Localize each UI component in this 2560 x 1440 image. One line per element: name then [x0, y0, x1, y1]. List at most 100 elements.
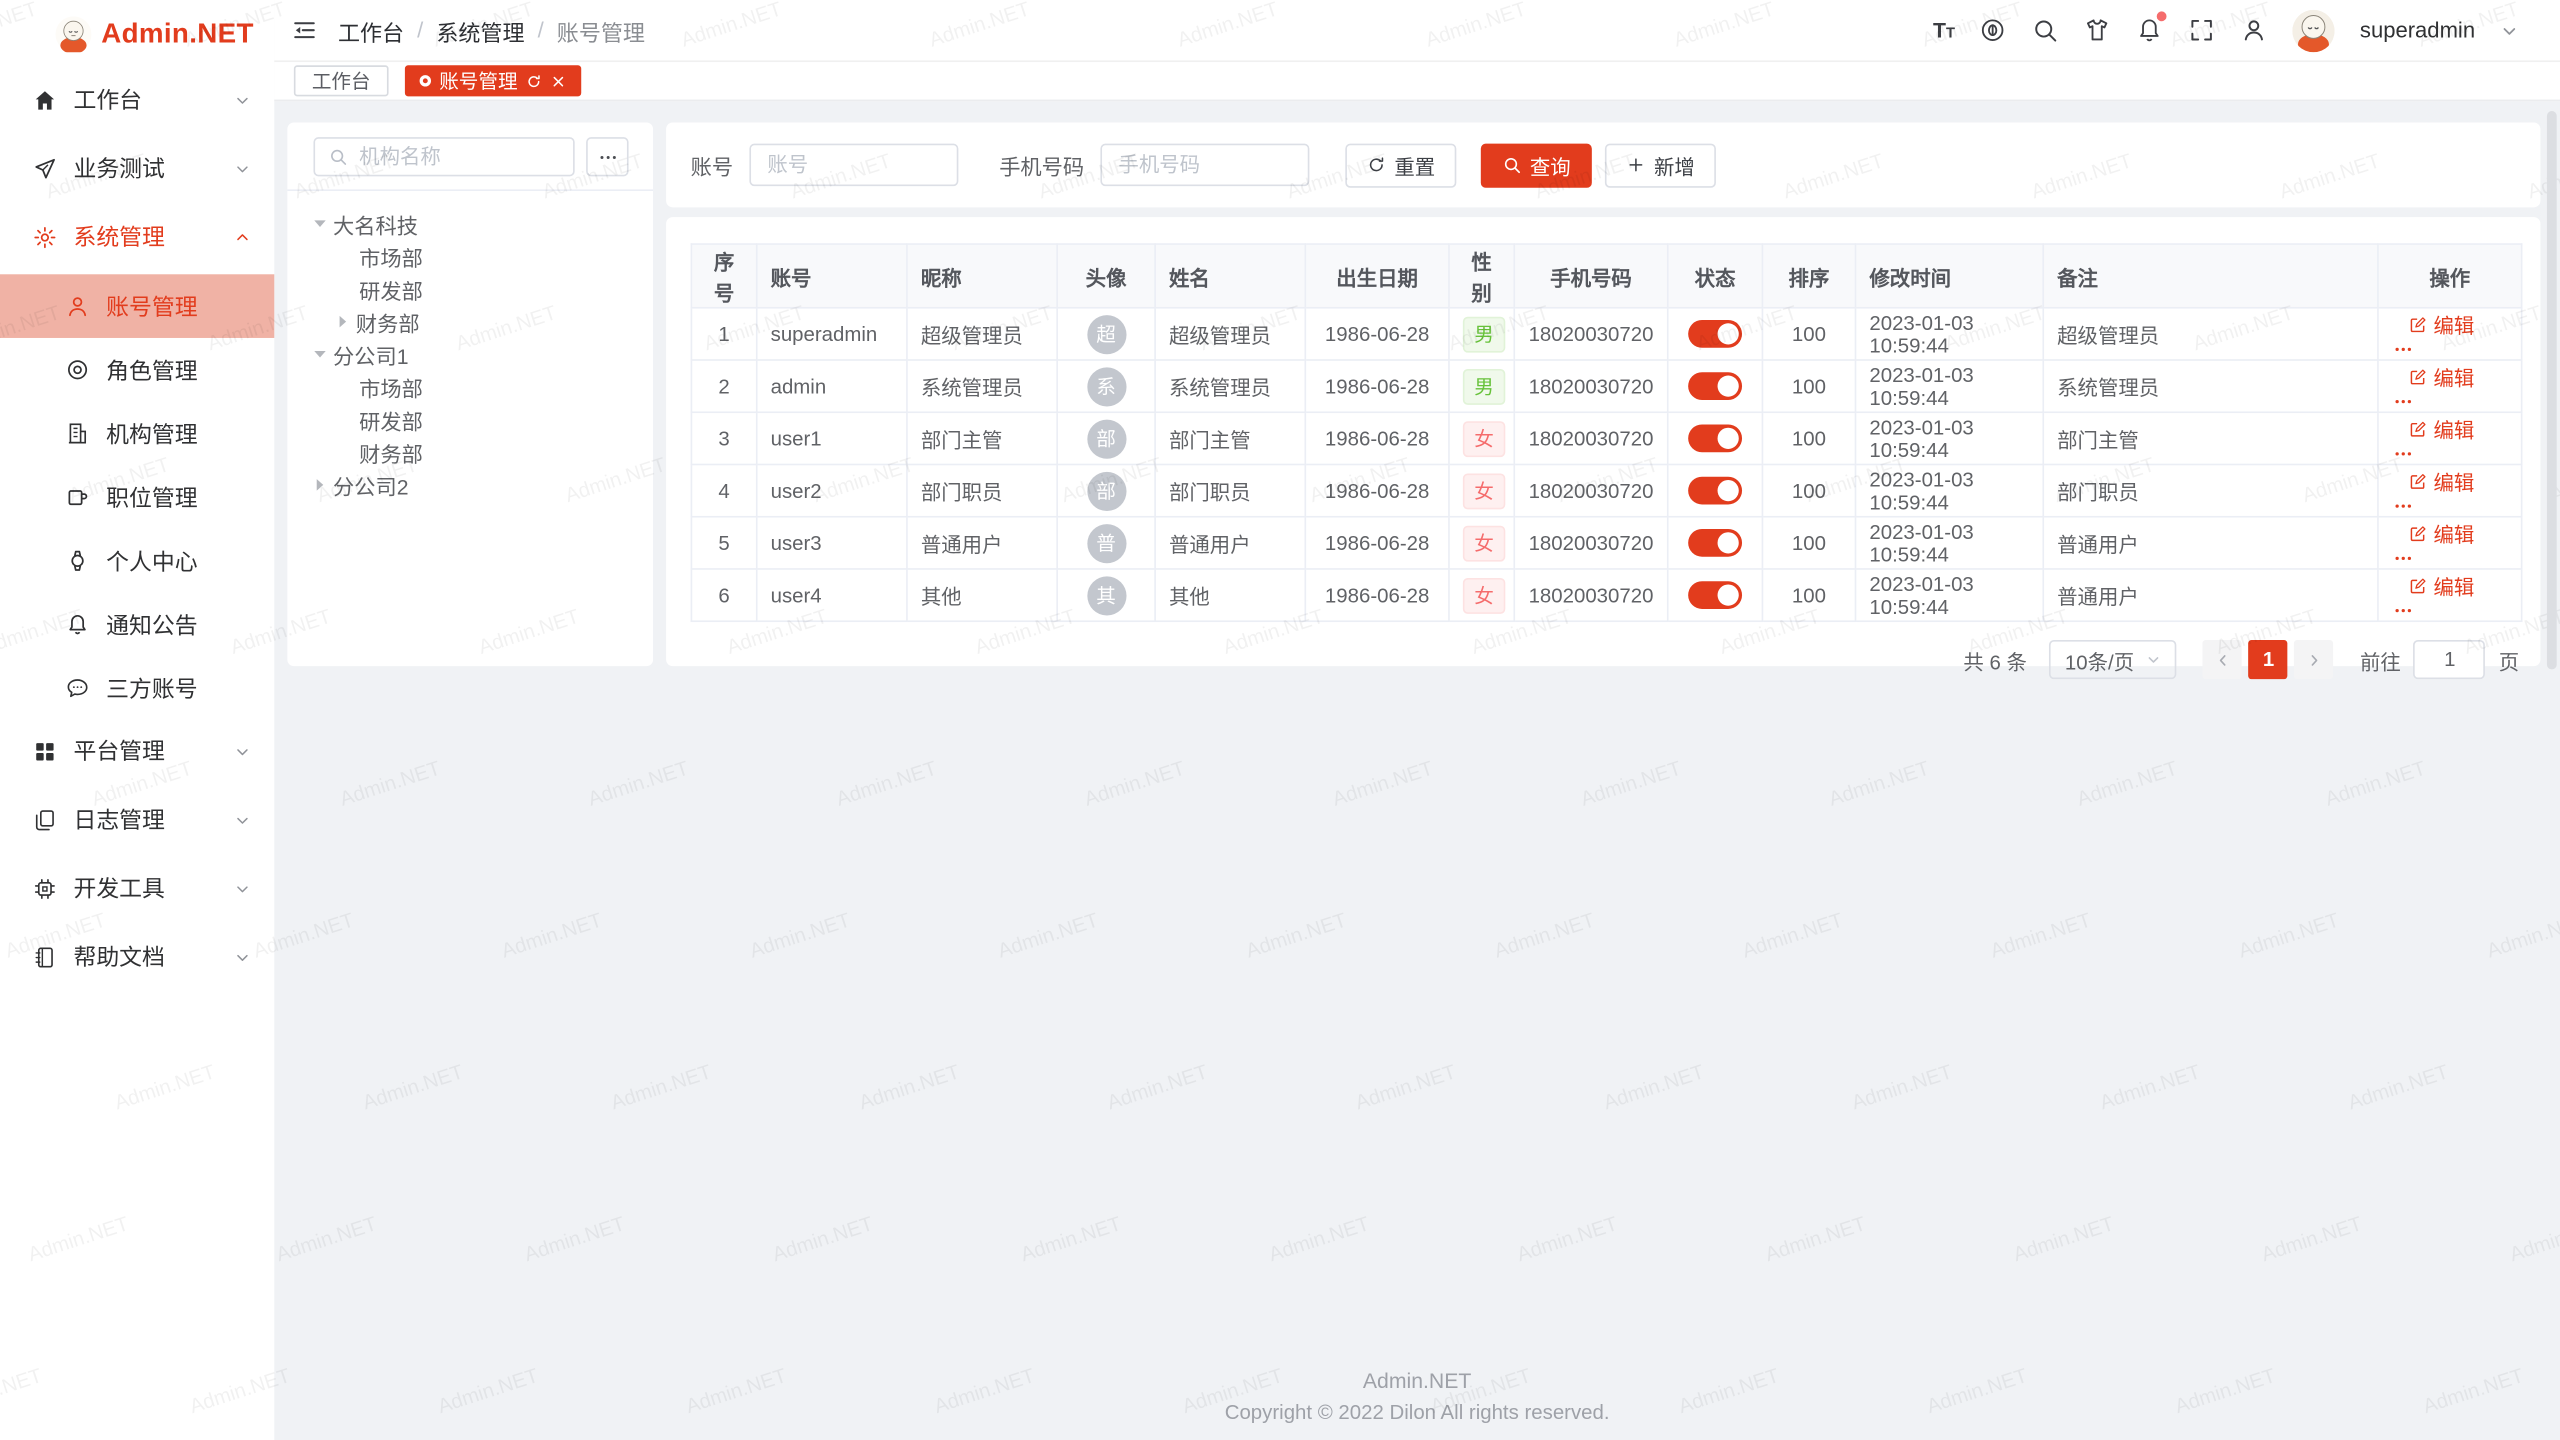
tab-account-management[interactable]: 账号管理: [405, 65, 581, 96]
tree-node-label[interactable]: 研发部: [359, 404, 423, 435]
tree-node[interactable]: 市场部: [287, 371, 653, 404]
app-logo[interactable]: Admin.NET: [0, 0, 274, 69]
topbar: 工作台 / 系统管理 / 账号管理 TT superadmin: [274, 0, 2560, 62]
sidebar-item-position-management[interactable]: 职位管理: [0, 465, 274, 529]
close-icon[interactable]: [550, 73, 566, 89]
status-toggle[interactable]: [1688, 529, 1742, 557]
scrollbar-thumb[interactable]: [2547, 111, 2557, 669]
status-toggle[interactable]: [1688, 320, 1742, 348]
user-icon[interactable]: [2241, 16, 2269, 44]
tree-node-label[interactable]: 市场部: [359, 371, 423, 402]
phone-input[interactable]: [1100, 144, 1309, 186]
caret-right-icon[interactable]: [330, 312, 356, 332]
edit-button[interactable]: 编辑: [2409, 570, 2474, 601]
sidebar-item-log-management[interactable]: 日志管理: [0, 789, 274, 851]
breadcrumb-workbench[interactable]: 工作台: [338, 14, 404, 47]
sidebar-item-org-management[interactable]: 机构管理: [0, 402, 274, 466]
edit-button[interactable]: 编辑: [2409, 309, 2474, 340]
cell-name: 系统管理员: [1155, 360, 1305, 412]
status-toggle[interactable]: [1688, 581, 1742, 609]
more-actions-button[interactable]: [2392, 392, 2508, 412]
edit-button[interactable]: 编辑: [2409, 361, 2474, 392]
copy-document-icon: [33, 807, 57, 831]
edit-button[interactable]: 编辑: [2409, 465, 2474, 496]
cell-modified: 2023-01-03 10:59:44: [1856, 569, 2044, 621]
status-toggle[interactable]: [1688, 424, 1742, 452]
sidebar-item-business-test[interactable]: 业务测试: [0, 137, 274, 199]
more-actions-button[interactable]: [2392, 340, 2508, 360]
sidebar-item-system-management[interactable]: 系统管理: [0, 206, 274, 268]
tree-node[interactable]: 研发部: [287, 403, 653, 436]
tree-node-label[interactable]: 市场部: [359, 241, 423, 272]
cell-status: [1668, 360, 1763, 412]
tree-node-label[interactable]: 研发部: [359, 273, 423, 304]
sidebar-item-account-management[interactable]: 账号管理: [0, 274, 274, 338]
language-icon[interactable]: [1980, 16, 2008, 44]
tree-node-label[interactable]: 分公司2: [333, 469, 408, 500]
page-size-select[interactable]: 10条/页: [2050, 640, 2177, 679]
reset-button[interactable]: 重置: [1345, 143, 1456, 187]
edit-button[interactable]: 编辑: [2409, 518, 2474, 549]
tree-node[interactable]: 研发部: [287, 273, 653, 306]
cell-order: 100: [1762, 412, 1855, 464]
cell-phone: 18020030720: [1514, 360, 1667, 412]
tree-node[interactable]: 市场部: [287, 240, 653, 273]
notification-bell[interactable]: [2136, 16, 2164, 44]
tree-node-label[interactable]: 财务部: [356, 306, 420, 337]
chevron-down-icon[interactable]: [2500, 20, 2520, 40]
avatar[interactable]: [2293, 9, 2335, 51]
sidebar-item-notice-announcement[interactable]: 通知公告: [0, 593, 274, 657]
chevron-down-icon: [233, 159, 251, 177]
sidebar-item-third-party-account[interactable]: 三方账号: [0, 656, 274, 720]
pagination-total: 共 6 条: [1963, 644, 2027, 675]
goto-page-input[interactable]: [2414, 640, 2486, 679]
account-input[interactable]: [749, 144, 958, 186]
tree-node-label[interactable]: 分公司1: [333, 339, 408, 370]
sidebar-item-role-management[interactable]: 角色管理: [0, 338, 274, 402]
fullscreen-icon[interactable]: [2188, 16, 2216, 44]
tree-node[interactable]: 财务部: [287, 436, 653, 469]
breadcrumb-separator: /: [538, 18, 544, 42]
tree-node[interactable]: 分公司2: [287, 469, 653, 502]
next-page-button[interactable]: [2295, 640, 2334, 679]
tree-node[interactable]: 大名科技: [287, 207, 653, 240]
page-1-button[interactable]: 1: [2249, 640, 2288, 679]
tree-node[interactable]: 分公司1: [287, 338, 653, 371]
more-actions-button[interactable]: [2392, 496, 2508, 516]
status-toggle[interactable]: [1688, 477, 1742, 505]
theme-icon[interactable]: [2084, 16, 2112, 44]
tree-node[interactable]: 财务部: [287, 305, 653, 338]
prev-page-button[interactable]: [2203, 640, 2242, 679]
edit-button[interactable]: 编辑: [2409, 413, 2474, 444]
tree-node-label[interactable]: 财务部: [359, 437, 423, 468]
username[interactable]: superadmin: [2360, 18, 2475, 42]
sidebar-item-workbench[interactable]: 工作台: [0, 69, 274, 131]
tab-workbench[interactable]: 工作台: [294, 65, 389, 96]
refresh-icon[interactable]: [526, 73, 542, 89]
status-toggle[interactable]: [1688, 372, 1742, 400]
cell-gender: 女: [1449, 464, 1514, 516]
caret-right-icon[interactable]: [307, 475, 333, 495]
sidebar-item-personal-center[interactable]: 个人中心: [0, 529, 274, 593]
caret-down-icon[interactable]: [307, 214, 333, 234]
more-actions-button[interactable]: [2392, 444, 2508, 464]
cell-index: 6: [691, 569, 756, 621]
sidebar-item-dev-tools[interactable]: 开发工具: [0, 857, 274, 919]
cell-avatar: 普: [1057, 517, 1155, 569]
add-button[interactable]: 新增: [1605, 143, 1716, 187]
sidebar-item-platform-management[interactable]: 平台管理: [0, 720, 274, 782]
font-size-icon[interactable]: TT: [1933, 20, 1955, 41]
more-actions-button[interactable]: [2392, 549, 2508, 569]
search-icon[interactable]: [2032, 16, 2060, 44]
caret-down-icon[interactable]: [307, 344, 333, 364]
breadcrumb-system-management[interactable]: 系统管理: [436, 14, 524, 47]
tree-more-button[interactable]: [586, 137, 628, 176]
sidebar-item-label: 日志管理: [73, 803, 164, 836]
fold-menu-icon[interactable]: [291, 16, 319, 44]
org-search-input[interactable]: [356, 144, 542, 170]
query-button[interactable]: 查询: [1481, 143, 1592, 187]
more-actions-button[interactable]: [2392, 601, 2508, 621]
tree-node-label[interactable]: 大名科技: [333, 208, 418, 239]
sidebar-item-help-docs[interactable]: 帮助文档: [0, 926, 274, 988]
cell-remark: 部门职员: [2043, 464, 2378, 516]
